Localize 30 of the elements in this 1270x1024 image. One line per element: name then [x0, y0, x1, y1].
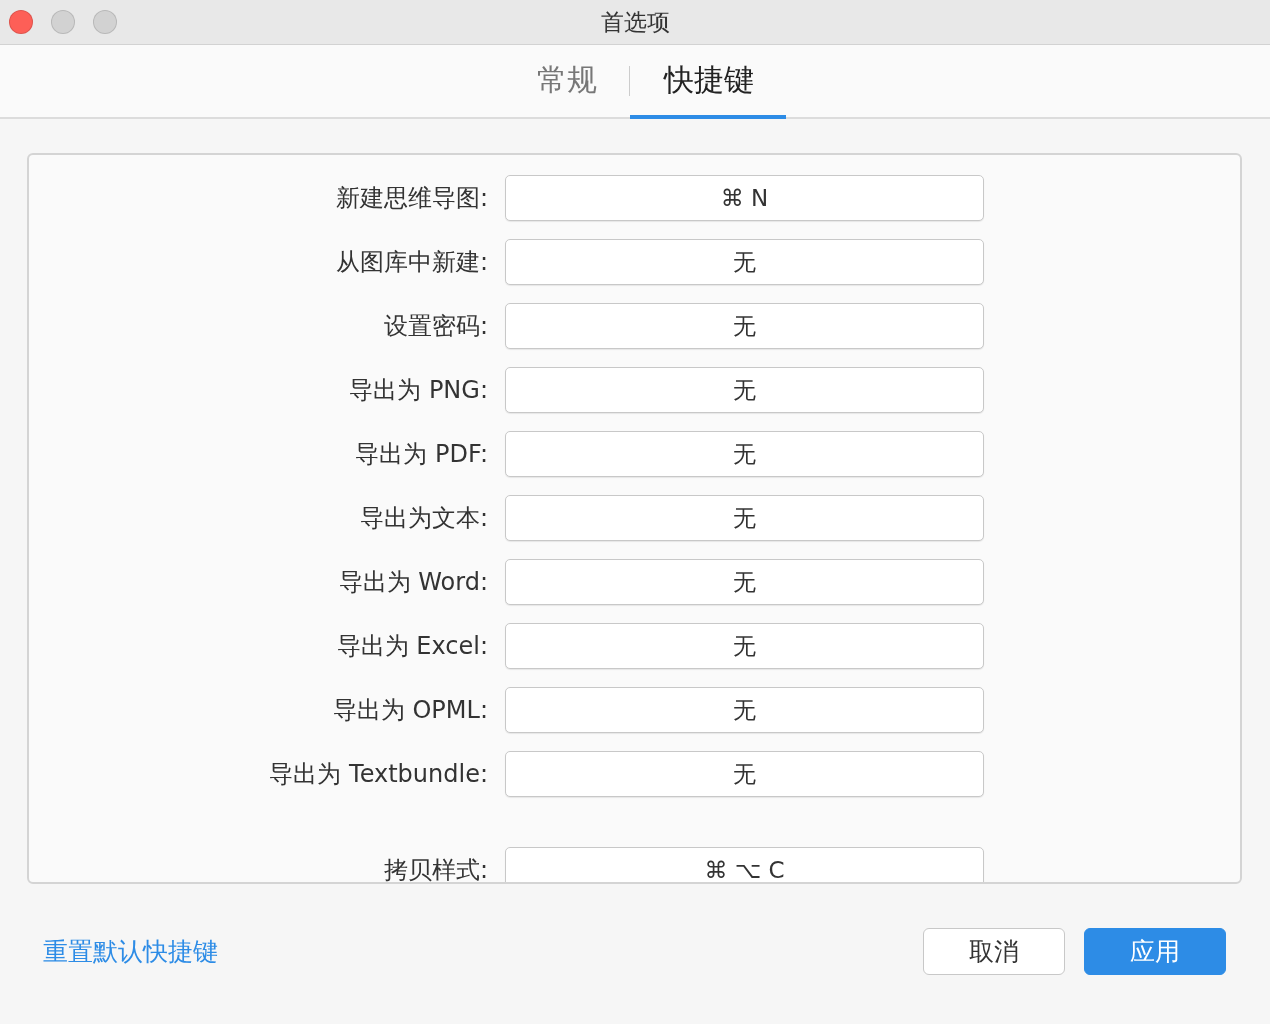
zoom-icon[interactable] — [93, 10, 117, 34]
shortcut-label: 导出为 OPML: — [331, 695, 488, 726]
shortcut-label: 从图库中新建: — [334, 247, 488, 278]
shortcut-field[interactable]: 无 — [505, 751, 984, 797]
tab[interactable]: 快捷键 — [629, 45, 786, 119]
shortcut-label: 导出为 PDF: — [354, 439, 488, 470]
shortcut-field[interactable]: 无 — [505, 431, 984, 477]
cancel-button[interactable]: 取消 — [923, 927, 1065, 975]
apply-button[interactable]: 应用 — [1084, 927, 1226, 975]
shortcut-label: 拷贝样式: — [382, 855, 488, 882]
shortcut-label: 导出为 Word: — [337, 567, 488, 598]
shortcut-label: 导出为 PNG: — [348, 375, 488, 406]
minimize-icon[interactable] — [51, 10, 75, 34]
window-title: 首选项 — [600, 7, 670, 37]
shortcut-label: 新建思维导图: — [334, 183, 488, 214]
shortcut-label: 导出为文本: — [358, 503, 488, 534]
shortcut-field[interactable]: 无 — [505, 303, 984, 349]
shortcut-label: 导出为 Excel: — [335, 631, 488, 662]
shortcut-field[interactable]: 无 — [505, 559, 984, 605]
close-icon[interactable] — [9, 10, 33, 34]
shortcut-field[interactable]: ⌘ ⌥ C — [505, 847, 984, 882]
shortcut-field[interactable]: 无 — [505, 239, 984, 285]
shortcut-field[interactable]: ⌘ N — [505, 175, 984, 221]
tab[interactable]: 常规 — [536, 45, 629, 119]
shortcut-field[interactable]: 无 — [505, 687, 984, 733]
shortcut-label: 设置密码: — [382, 311, 488, 342]
shortcut-field[interactable]: 无 — [505, 367, 984, 413]
shortcut-label: 导出为 Textbundle: — [268, 759, 488, 790]
shortcut-field[interactable]: 无 — [505, 623, 984, 669]
shortcut-field[interactable]: 无 — [505, 495, 984, 541]
